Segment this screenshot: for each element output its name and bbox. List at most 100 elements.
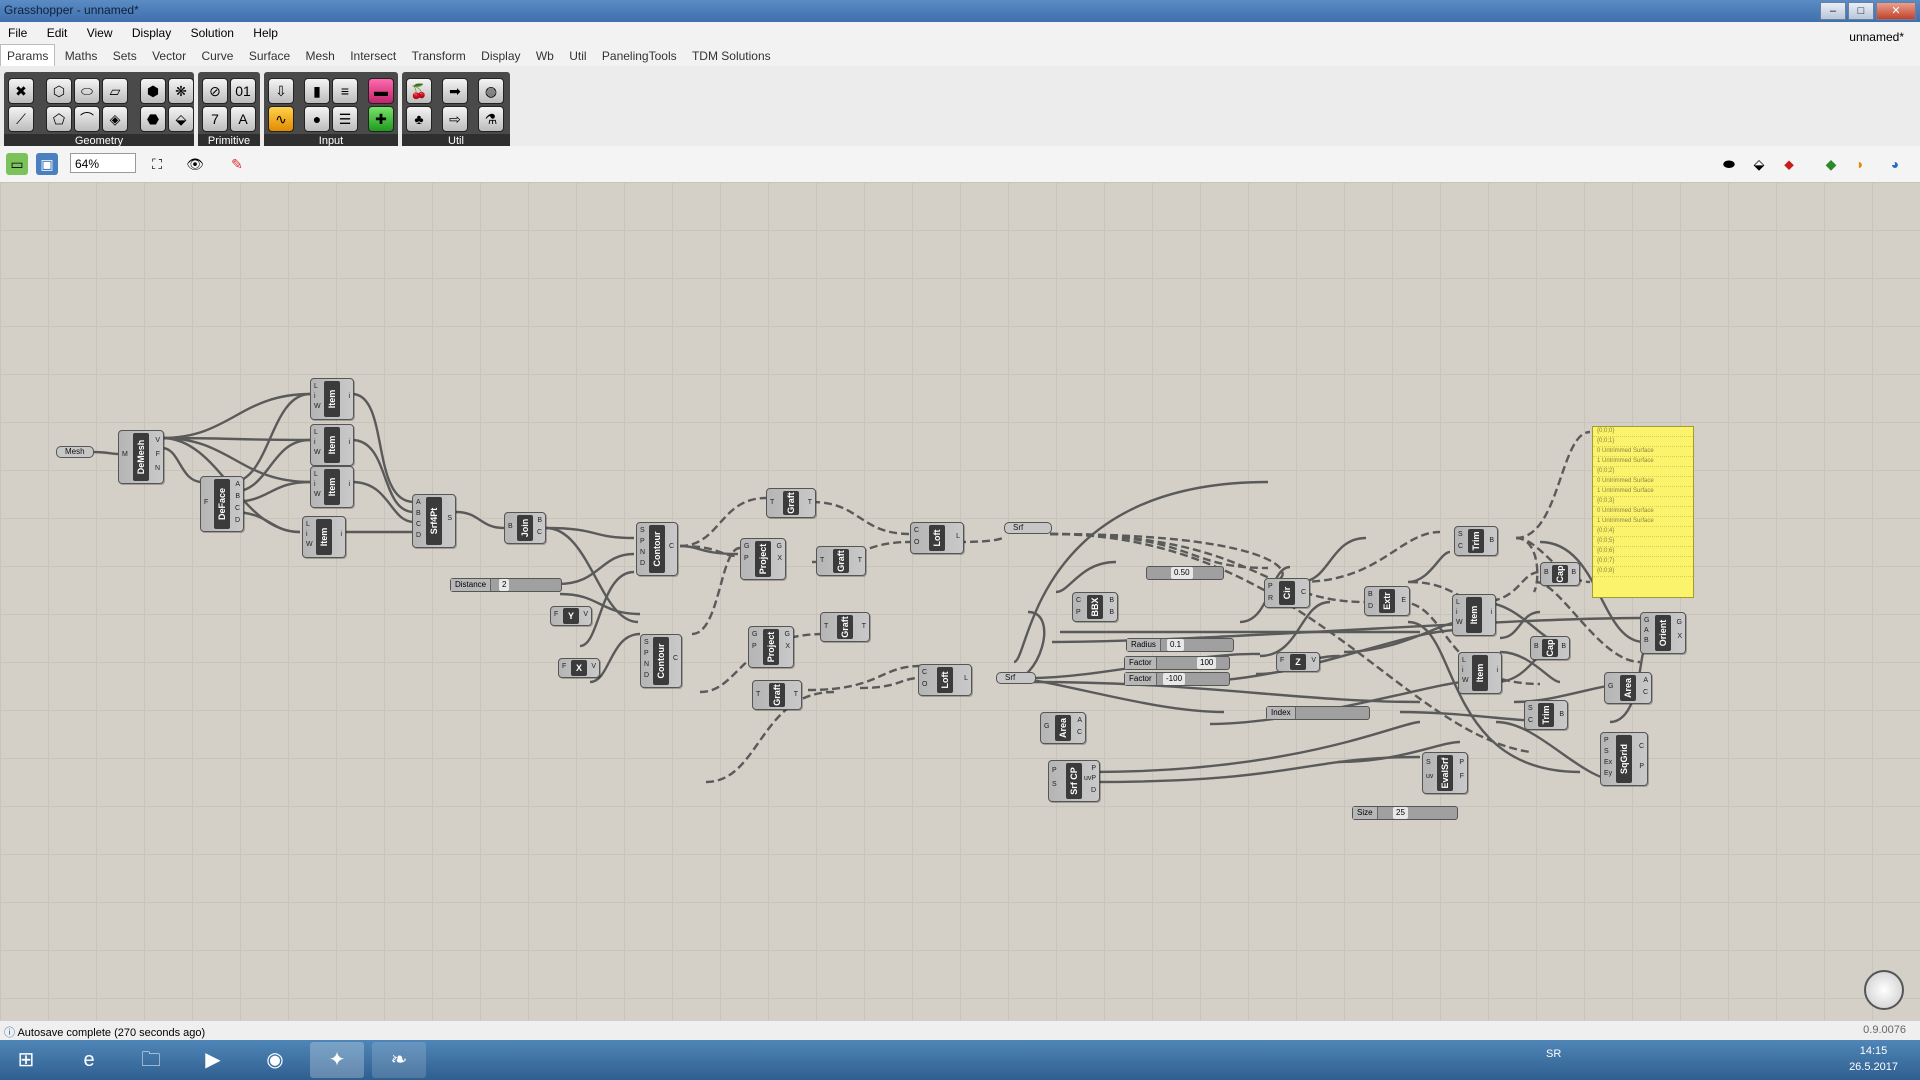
sketch-pen-icon[interactable]: ✎ [226, 153, 248, 175]
tab-tdm-solutions[interactable]: TDM Solutions [686, 45, 777, 67]
navigation-compass-icon[interactable] [1864, 970, 1904, 1010]
menu-file[interactable]: File [0, 22, 35, 44]
index-slider[interactable]: Index [1266, 706, 1370, 720]
language-indicator[interactable]: SR [1546, 1048, 1561, 1060]
graft-component-1[interactable]: Graft TT [766, 488, 816, 518]
tab-intersect[interactable]: Intersect [344, 45, 402, 67]
flask-icon[interactable]: ⚗ [478, 106, 504, 132]
list-item-component-5[interactable]: Item LiWi [1452, 594, 1496, 636]
jump-icon[interactable]: ➡ [442, 78, 468, 104]
deface-component[interactable]: DeFace F A B C D [200, 476, 244, 532]
menu-display[interactable]: Display [124, 22, 179, 44]
tab-transform[interactable]: Transform [406, 45, 472, 67]
preview-shaded-icon[interactable]: ⬙ [1748, 153, 1770, 175]
menu-view[interactable]: View [79, 22, 121, 44]
geometry-param-icon[interactable]: ✖ [8, 78, 34, 104]
rhino-app-icon[interactable]: ✦ [310, 1042, 364, 1078]
surface-param-icon[interactable]: ▱ [102, 78, 128, 104]
distance-slider[interactable]: Distance 2 [450, 578, 562, 592]
area-component-2[interactable]: Area GAC [1604, 672, 1652, 704]
relay-icon[interactable]: ⇨ [442, 106, 468, 132]
toggle-input-icon[interactable]: ≡ [332, 78, 358, 104]
unit-z-component[interactable]: Z FV [1276, 652, 1320, 672]
graft-component-2[interactable]: Graft TT [816, 546, 866, 576]
field-param-icon[interactable]: ⬙ [168, 106, 194, 132]
menu-help[interactable]: Help [245, 22, 286, 44]
srf4pt-component[interactable]: Srf4Pt ABCDS [412, 494, 456, 548]
media-player-icon[interactable]: ▶ [186, 1042, 240, 1078]
file-explorer-icon[interactable]: 🗀 [124, 1042, 178, 1078]
list-item-component-3[interactable]: Item LiWi [310, 466, 354, 508]
button-input-icon[interactable]: ▮ [304, 78, 330, 104]
mesh-param[interactable]: Mesh [56, 446, 94, 458]
tab-maths[interactable]: Maths [59, 45, 104, 67]
arc-param-icon[interactable]: ⌒ [74, 106, 100, 132]
material-icon[interactable]: ◑ [1848, 153, 1870, 175]
line-param-icon[interactable]: ⟋ [8, 106, 34, 132]
surface-param-1[interactable]: Srf [1004, 522, 1052, 534]
mesh-param-icon[interactable]: ❋ [168, 78, 194, 104]
trim-component-2[interactable]: Trim SCB [1524, 700, 1568, 730]
point-param-icon[interactable]: ⬡ [46, 78, 72, 104]
graft-component-4[interactable]: Graft TT [752, 680, 802, 710]
factor-slider-1[interactable]: Factor 100 [1124, 656, 1230, 670]
circle-component[interactable]: Cir PRC [1264, 578, 1310, 608]
list-item-component-2[interactable]: Item LiWi [310, 424, 354, 466]
unit-x-component[interactable]: X FV [558, 658, 600, 678]
list-item-component-6[interactable]: Item LiWi [1458, 652, 1502, 694]
plane-param-icon[interactable]: ⬠ [46, 106, 72, 132]
chrome-icon[interactable]: ◉ [248, 1042, 302, 1078]
evaluate-surface-component[interactable]: EvalSrf Suv P F [1422, 752, 1468, 794]
text-param-icon[interactable]: A [230, 106, 256, 132]
project-component-1[interactable]: Project GPGX [740, 538, 786, 580]
graft-component-3[interactable]: Graft TT [820, 612, 870, 642]
loft-component-1[interactable]: Loft COL [910, 522, 964, 554]
unnamed-number-slider[interactable]: 0.50 [1146, 566, 1224, 580]
extrude-component[interactable]: Extr BDE [1364, 586, 1410, 616]
md-slider-icon[interactable]: ✚ [368, 106, 394, 132]
orient-component[interactable]: Orient GABGX [1640, 612, 1686, 654]
preview-wireframe-icon[interactable]: ⬬ [1718, 153, 1740, 175]
group-param-icon[interactable]: ⬣ [140, 106, 166, 132]
close-button[interactable]: ✕ [1876, 2, 1916, 20]
save-file-icon[interactable]: ▣ [36, 153, 58, 175]
system-clock[interactable]: 14:15 26.5.2017 [1849, 1043, 1898, 1075]
cluster-icon[interactable]: ♣ [406, 106, 432, 132]
menu-solution[interactable]: Solution [183, 22, 242, 44]
cap-component-2[interactable]: Cap BB [1530, 636, 1570, 660]
trim-component-1[interactable]: Trim SCB [1454, 526, 1498, 556]
cherry-picker-icon[interactable]: 🍒 [406, 78, 432, 104]
tab-sets[interactable]: Sets [107, 45, 143, 67]
surface-closest-point-component[interactable]: Srf CP P S PuvP D [1048, 760, 1100, 802]
cap-component-1[interactable]: Cap BB [1540, 562, 1580, 586]
tab-surface[interactable]: Surface [243, 45, 296, 67]
open-file-icon[interactable]: ▭ [6, 153, 28, 175]
zoom-extents-icon[interactable]: ⛶ [146, 153, 168, 175]
bounding-box-component[interactable]: BBX CPBB [1072, 592, 1118, 622]
list-item-component-1[interactable]: Item LiWi [310, 378, 354, 420]
contour-component-1[interactable]: Contour SPNDC [636, 522, 678, 576]
boolean-param-icon[interactable]: ⊘ [202, 78, 228, 104]
loft-component-2[interactable]: Loft COL [918, 664, 972, 696]
minimize-button[interactable]: – [1820, 2, 1846, 20]
tab-display[interactable]: Display [475, 45, 526, 67]
unit-y-component[interactable]: Y FV [550, 606, 592, 626]
box-param-icon[interactable]: ◈ [102, 106, 128, 132]
tab-util[interactable]: Util [563, 45, 592, 67]
preview-eye-icon[interactable]: 👁 [184, 153, 206, 175]
join-component[interactable]: Join BBC [504, 512, 546, 544]
value-list-icon[interactable]: ☰ [332, 106, 358, 132]
project-component-2[interactable]: Project GPGX [748, 626, 794, 668]
tab-mesh[interactable]: Mesh [300, 45, 341, 67]
grasshopper-canvas[interactable]: Mesh DeMesh M V F N DeFace F A B C D Ite… [0, 182, 1920, 1020]
demesh-component[interactable]: DeMesh M V F N [118, 430, 164, 484]
tab-wb[interactable]: Wb [530, 45, 560, 67]
curve-param-icon[interactable]: ⬭ [74, 78, 100, 104]
tab-vector[interactable]: Vector [146, 45, 192, 67]
graph-mapper-icon[interactable]: ∿ [268, 106, 294, 132]
data-dam-icon[interactable]: ◍ [478, 78, 504, 104]
maximize-button[interactable]: □ [1848, 2, 1874, 20]
tab-curve[interactable]: Curve [195, 45, 239, 67]
grasshopper-app-icon[interactable]: ❧ [372, 1042, 426, 1078]
factor-slider-2[interactable]: Factor -100 [1124, 672, 1230, 686]
